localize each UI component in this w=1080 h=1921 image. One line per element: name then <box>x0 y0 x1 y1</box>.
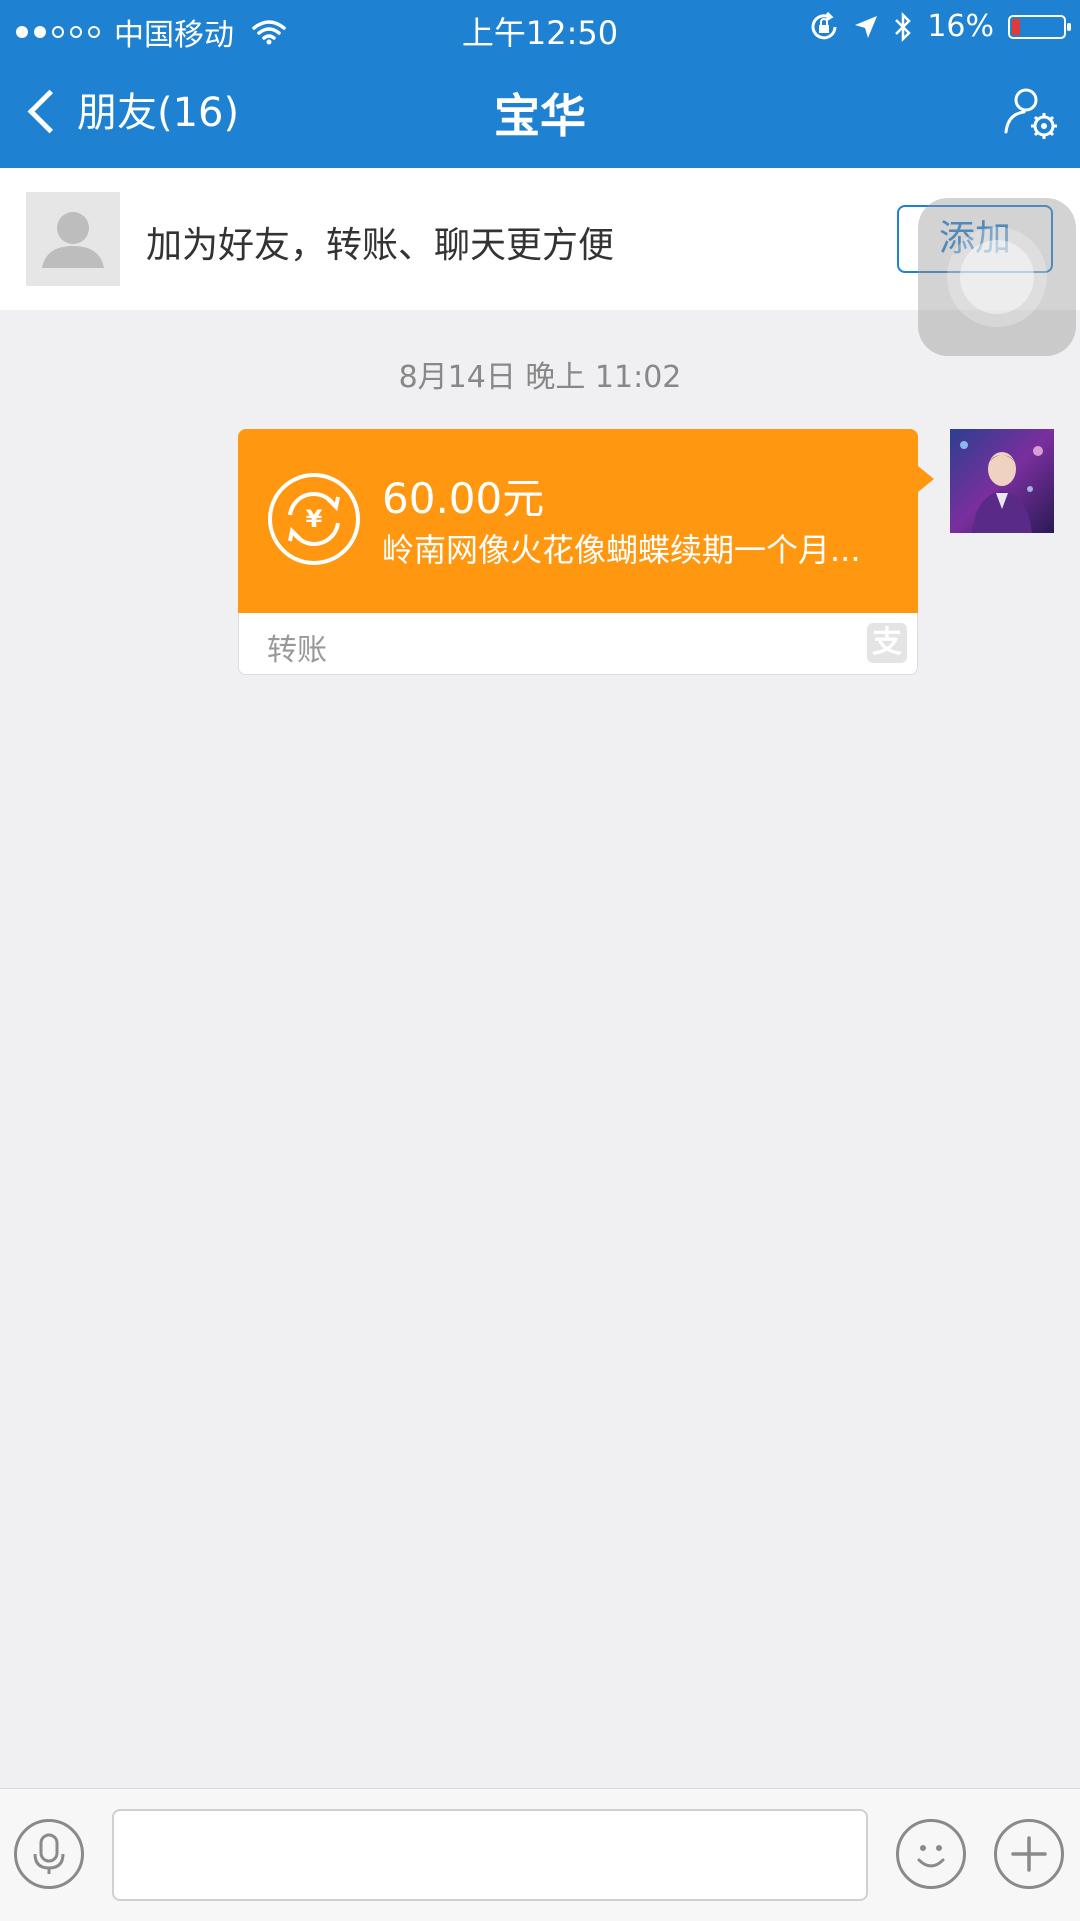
bubble-tail <box>918 466 934 492</box>
top-bar: 中国移动 上午12:50 16% 朋友(16) 宝华 <box>0 0 1080 168</box>
transfer-card[interactable]: ¥ 60.00元 岭南网像火花像蝴蝶续期一个月... 转账 支 <box>238 429 934 675</box>
message-input[interactable] <box>112 1809 868 1901</box>
assistive-touch-button[interactable] <box>918 198 1076 356</box>
avatar <box>26 192 120 286</box>
transfer-memo: 岭南网像火花像蝴蝶续期一个月... <box>382 531 861 569</box>
currency-exchange-icon: ¥ <box>268 473 360 565</box>
transfer-card-footer: 转账 支 <box>238 613 918 675</box>
bluetooth-icon <box>895 11 912 42</box>
more-button[interactable] <box>994 1819 1064 1889</box>
transfer-type-label: 转账 <box>267 633 327 668</box>
avatar-photo <box>950 429 1054 533</box>
transfer-amount: 60.00元 <box>382 474 545 523</box>
nav-bar: 朋友(16) 宝华 <box>0 60 1080 160</box>
input-bar <box>0 1788 1080 1921</box>
plus-icon <box>1011 1836 1047 1872</box>
emoji-button[interactable] <box>896 1819 966 1889</box>
transfer-card-body: ¥ 60.00元 岭南网像火花像蝴蝶续期一个月... <box>238 429 918 613</box>
sender-avatar[interactable] <box>950 429 1054 533</box>
location-arrow-icon <box>855 15 878 38</box>
voice-button[interactable] <box>14 1819 84 1889</box>
add-friend-message: 加为好友，转账、聊天更方便 <box>146 225 615 266</box>
message-timestamp: 8月14日 晚上 11:02 <box>398 360 682 395</box>
smiley-icon <box>917 1845 945 1868</box>
battery-percent: 16% <box>927 9 994 44</box>
svg-text:¥: ¥ <box>306 505 323 533</box>
status-bar: 中国移动 上午12:50 16% <box>0 0 1080 53</box>
default-avatar-icon <box>42 212 104 268</box>
status-right: 16% <box>809 9 1071 44</box>
profile-settings-icon[interactable] <box>1000 82 1060 142</box>
page-title: 宝华 <box>494 89 586 143</box>
assistive-touch-core <box>960 240 1034 314</box>
battery-level <box>1012 18 1020 35</box>
alipay-icon: 支 <box>867 623 907 663</box>
rotation-lock-icon <box>811 11 837 39</box>
microphone-icon <box>33 1833 65 1874</box>
battery-icon <box>1008 14 1071 39</box>
